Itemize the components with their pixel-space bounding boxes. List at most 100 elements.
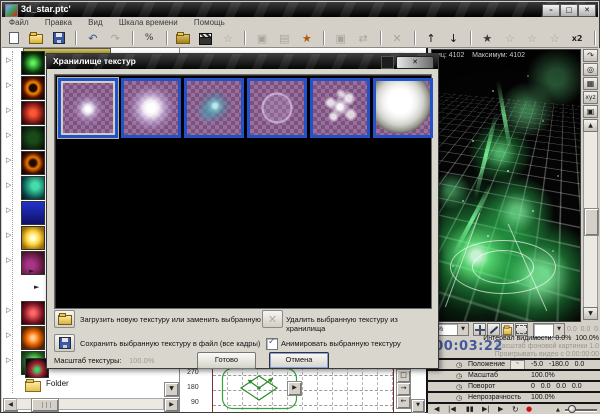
- dialog-close-button[interactable]: ✕: [396, 56, 434, 69]
- emitter-thumbnail[interactable]: [21, 201, 45, 225]
- texture-spiral[interactable]: [184, 78, 244, 138]
- emitter-thumbnail[interactable]: [21, 151, 45, 175]
- delete-button[interactable]: ✕: [388, 30, 406, 46]
- keyframe-clock-icon[interactable]: ◷: [456, 361, 462, 369]
- delete-texture-button[interactable]: ✕: [262, 310, 283, 328]
- tree-expander[interactable]: ▷: [6, 181, 11, 189]
- zoom-combo-arrow[interactable]: ▼: [457, 324, 468, 335]
- emitter-thumbnail[interactable]: [21, 301, 45, 325]
- dialog-title-bar[interactable]: Хранилище текстур ✕: [47, 54, 438, 69]
- load-texture-button[interactable]: [54, 310, 75, 328]
- x2-button[interactable]: x2: [568, 30, 586, 46]
- star-tool-button[interactable]: ★: [478, 30, 496, 46]
- swap-button[interactable]: ⇄: [354, 30, 372, 46]
- move-up-button[interactable]: ↑: [422, 30, 440, 46]
- property-value[interactable]: 100.0%: [531, 372, 555, 379]
- tree-expander[interactable]: ▷: [6, 81, 11, 89]
- star-a-button[interactable]: ☆: [501, 30, 519, 46]
- tree-expander[interactable]: ▷: [6, 106, 11, 114]
- tree-expander[interactable]: ▷: [6, 156, 11, 164]
- animate-checkbox[interactable]: ✓: [266, 338, 278, 350]
- tree-hscroll-thumb[interactable]: [31, 398, 59, 412]
- graph-prev-button[interactable]: ←: [396, 395, 411, 409]
- export-button[interactable]: ▣: [253, 30, 271, 46]
- keyframe-clock-icon[interactable]: ◷: [456, 394, 462, 402]
- tree-folder-label[interactable]: Folder: [46, 379, 69, 388]
- open-file-button[interactable]: [27, 30, 45, 46]
- emitter-thumbnail[interactable]: [21, 126, 45, 150]
- save-texture-button[interactable]: [54, 334, 75, 352]
- dialog-aux-button[interactable]: [381, 56, 394, 69]
- maximize-button[interactable]: □: [560, 4, 578, 17]
- rotate-view-button[interactable]: ↷: [583, 49, 598, 62]
- emitter-thumbnail[interactable]: [21, 226, 45, 250]
- menu-timeline[interactable]: Шкала времени: [112, 17, 185, 29]
- tree-expander[interactable]: ▷: [6, 131, 11, 139]
- new-file-button[interactable]: [5, 30, 23, 46]
- emitter-thumbnail[interactable]: [21, 101, 45, 125]
- minimize-button[interactable]: –: [542, 4, 560, 17]
- cancel-button[interactable]: Отмена: [269, 352, 329, 369]
- menu-help[interactable]: Помощь: [187, 17, 232, 29]
- tree-hscroll-right[interactable]: ▶: [164, 398, 179, 412]
- play-backward-button[interactable]: ◀: [434, 405, 439, 413]
- keyframe-clock-icon[interactable]: ◷: [456, 383, 462, 391]
- tree-expander[interactable]: ▷: [6, 56, 11, 64]
- graph-dropdown-button[interactable]: ▼: [411, 399, 425, 413]
- emitter-thumbnail[interactable]: [21, 51, 45, 75]
- tree-expander[interactable]: ▷: [6, 231, 11, 239]
- fit-view-button[interactable]: ▣: [583, 105, 598, 118]
- keyframe-clock-icon[interactable]: ◷: [456, 372, 462, 380]
- property-value[interactable]: 100.0%: [531, 394, 555, 401]
- go-to-end-button[interactable]: ▶|: [482, 405, 490, 413]
- star-c-button[interactable]: ☆: [546, 30, 564, 46]
- texture-solid-sphere[interactable]: [373, 78, 433, 138]
- tree-vscroll-down[interactable]: ▼: [164, 382, 179, 397]
- close-button[interactable]: ✕: [578, 4, 596, 17]
- tree-expander[interactable]: ▷: [6, 256, 11, 264]
- emitter-thumbnail[interactable]: [21, 176, 45, 200]
- menu-file[interactable]: Файл: [2, 17, 36, 29]
- tree-expander[interactable]: ▷: [6, 331, 11, 339]
- play-forward-button[interactable]: ▶: [498, 405, 503, 413]
- video-clapper-button[interactable]: [197, 30, 215, 46]
- texture-cloud-ring[interactable]: [310, 78, 370, 138]
- graph-play-button[interactable]: ▶: [287, 381, 302, 396]
- graph-box-button[interactable]: □: [396, 369, 411, 383]
- emitter-thumbnail[interactable]: [21, 76, 45, 100]
- grid-toggle-button[interactable]: ▦: [583, 77, 598, 90]
- axes-xyz-button[interactable]: xyz: [583, 91, 598, 104]
- tree-expander[interactable]: ▷: [6, 356, 11, 364]
- undo-button[interactable]: ↶: [84, 30, 102, 46]
- menu-edit[interactable]: Правка: [38, 17, 79, 29]
- add-star-button[interactable]: ☆: [219, 30, 237, 46]
- texture-small-glow[interactable]: [58, 78, 118, 138]
- property-value[interactable]: 0 0.0 0.0 0.0: [531, 383, 582, 390]
- preview-scroll-thumb[interactable]: [584, 208, 599, 236]
- tree-expander[interactable]: ▷: [6, 206, 11, 214]
- property-row-rotation[interactable]: ◷ Поворот 0 0.0 0.0 0.0: [428, 380, 600, 391]
- redo-button[interactable]: ↷: [106, 30, 124, 46]
- go-to-start-button[interactable]: |◀: [448, 405, 456, 413]
- texture-sphere-outline[interactable]: [247, 78, 307, 138]
- emitter-thumbnail[interactable]: [21, 326, 45, 350]
- preview-scroll-up[interactable]: ▲: [583, 119, 598, 132]
- save-file-button[interactable]: [50, 30, 68, 46]
- tree-expander[interactable]: ▷: [6, 306, 11, 314]
- particles-percent-button[interactable]: %: [140, 30, 158, 46]
- star-b-button[interactable]: ☆: [523, 30, 541, 46]
- graph-next-button[interactable]: →: [396, 382, 411, 396]
- texture-large-glow[interactable]: [121, 78, 181, 138]
- property-row-opacity[interactable]: ◷ Непрозрачность 100.0%: [428, 391, 600, 402]
- emitter-folder-button[interactable]: [174, 30, 192, 46]
- orbit-view-button[interactable]: ◎: [583, 63, 598, 76]
- done-button[interactable]: Готово: [197, 352, 256, 369]
- copy-button[interactable]: ▣: [332, 30, 350, 46]
- move-down-button[interactable]: ↓: [444, 30, 462, 46]
- menu-view[interactable]: Вид: [81, 17, 109, 29]
- property-value[interactable]: -5.0 -180.0 0.0: [531, 361, 584, 368]
- import-button[interactable]: ▤: [275, 30, 293, 46]
- particle-preview[interactable]: [431, 49, 581, 322]
- pause-button[interactable]: ▮▮: [466, 405, 474, 413]
- property-row-scale[interactable]: ◷ Масштаб 100.0%: [428, 369, 600, 380]
